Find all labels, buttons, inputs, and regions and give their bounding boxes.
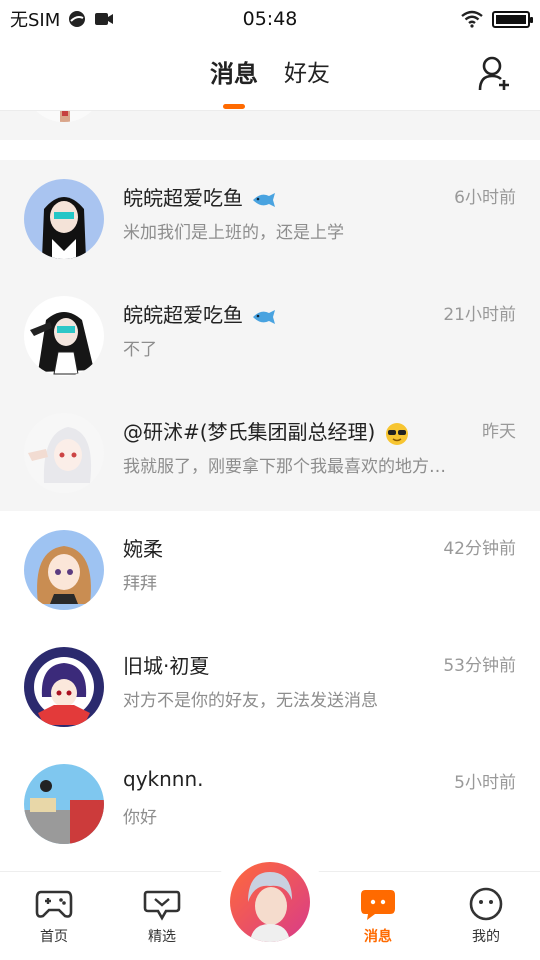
conversation-row[interactable]: 旧城·初夏 53分钟前 对方不是你的好友，无法发送消息 [0, 628, 540, 745]
conversation-row[interactable]: 可以 [0, 111, 540, 140]
add-person-icon[interactable] [478, 56, 512, 92]
sunglasses-emoji-icon [385, 422, 408, 445]
avatar [24, 179, 104, 259]
featured-user-avatar [230, 862, 310, 942]
contact-name: 婉柔 [123, 537, 163, 561]
fish-emoji-icon [253, 192, 276, 207]
conversation-row[interactable]: qyknnn. 5小时前 你好 [0, 745, 540, 862]
contact-name: 旧城·初夏 [123, 654, 210, 678]
app-notification-icon [69, 11, 86, 27]
message-preview: 米加我们是上班的，还是上学 [123, 223, 344, 243]
nav-messages[interactable]: 消息 [328, 872, 428, 960]
contact-name-text: @研沭#(梦氏集团副总经理) [123, 420, 376, 444]
message-time: 昨天 [482, 422, 516, 442]
avatar [24, 111, 104, 122]
fish-emoji-icon [253, 309, 276, 324]
avatar [24, 764, 104, 844]
message-time: 53分钟前 [443, 656, 516, 676]
message-time: 21小时前 [443, 305, 516, 325]
message-time: 6小时前 [454, 188, 516, 208]
tab-messages[interactable]: 消息 [210, 54, 258, 109]
contact-name-text: 皖皖超爱吃鱼 [123, 186, 243, 210]
status-right [460, 10, 533, 28]
message-preview: 我就服了，刚要拿下那个我最喜欢的地方… [123, 457, 446, 477]
avatar [24, 530, 104, 610]
tab-friends-label: 好友 [284, 61, 330, 87]
wifi-icon [461, 10, 483, 28]
carrier-label: 无SIM [10, 10, 61, 31]
active-tab-indicator [223, 104, 245, 109]
tab-friends[interactable]: 好友 [284, 54, 330, 89]
battery-icon [492, 10, 533, 28]
nav-featured[interactable]: 精选 [112, 872, 212, 960]
avatar [24, 413, 104, 493]
nav-messages-label: 消息 [364, 929, 392, 945]
smiley-icon [469, 887, 503, 921]
contact-name: 皖皖超爱吃鱼 [123, 299, 277, 328]
status-left: 无SIM [10, 6, 114, 32]
message-preview: 你好 [123, 808, 157, 828]
conversation-row[interactable]: 皖皖超爱吃鱼 21小时前 不了 [0, 277, 540, 394]
top-header: 消息 好友 [0, 38, 540, 111]
message-preview: 对方不是你的好友，无法发送消息 [123, 691, 378, 711]
app-root: 无SIM 05:48 消息 好友 皖皖超爱吃鱼 6小时前 米加我们是上班的，还是… [0, 0, 540, 960]
conversation-row[interactable]: 皖皖超爱吃鱼 6小时前 米加我们是上班的，还是上学 [0, 160, 540, 277]
nav-profile-label: 我的 [472, 929, 500, 945]
battery-level [496, 14, 526, 24]
gamepad-icon [35, 890, 73, 918]
heart-chat-icon [143, 890, 181, 921]
message-preview: 拜拜 [123, 574, 157, 594]
status-bar: 无SIM 05:48 [0, 0, 540, 38]
nav-featured-label: 精选 [148, 929, 176, 945]
contact-name-text: 皖皖超爱吃鱼 [123, 303, 243, 327]
nav-profile[interactable]: 我的 [436, 872, 536, 960]
center-featured-avatar-button[interactable] [228, 860, 312, 944]
message-time: 5小时前 [454, 773, 516, 793]
avatar [24, 296, 104, 376]
message-preview: 不了 [123, 340, 157, 360]
contact-name: @研沭#(梦氏集团副总经理) [123, 416, 410, 446]
nav-home[interactable]: 首页 [4, 872, 104, 960]
conversation-row[interactable]: @研沭#(梦氏集团副总经理) 昨天 我就服了，刚要拿下那个我最喜欢的地方… [0, 394, 540, 511]
tab-bar: 消息 好友 [0, 54, 540, 109]
video-camera-icon [95, 13, 114, 25]
conversation-row[interactable]: 婉柔 42分钟前 拜拜 [0, 511, 540, 628]
contact-name: 皖皖超爱吃鱼 [123, 182, 277, 211]
avatar [24, 647, 104, 727]
chat-bubble-icon [361, 890, 395, 920]
conversation-list: 可以 皖皖超爱吃鱼 6小时前 米加我们是上班的 [0, 111, 540, 871]
nav-home-label: 首页 [40, 929, 68, 945]
contact-name: qyknnn. [123, 767, 204, 791]
tab-messages-label: 消息 [210, 60, 258, 88]
message-time: 42分钟前 [443, 539, 516, 559]
